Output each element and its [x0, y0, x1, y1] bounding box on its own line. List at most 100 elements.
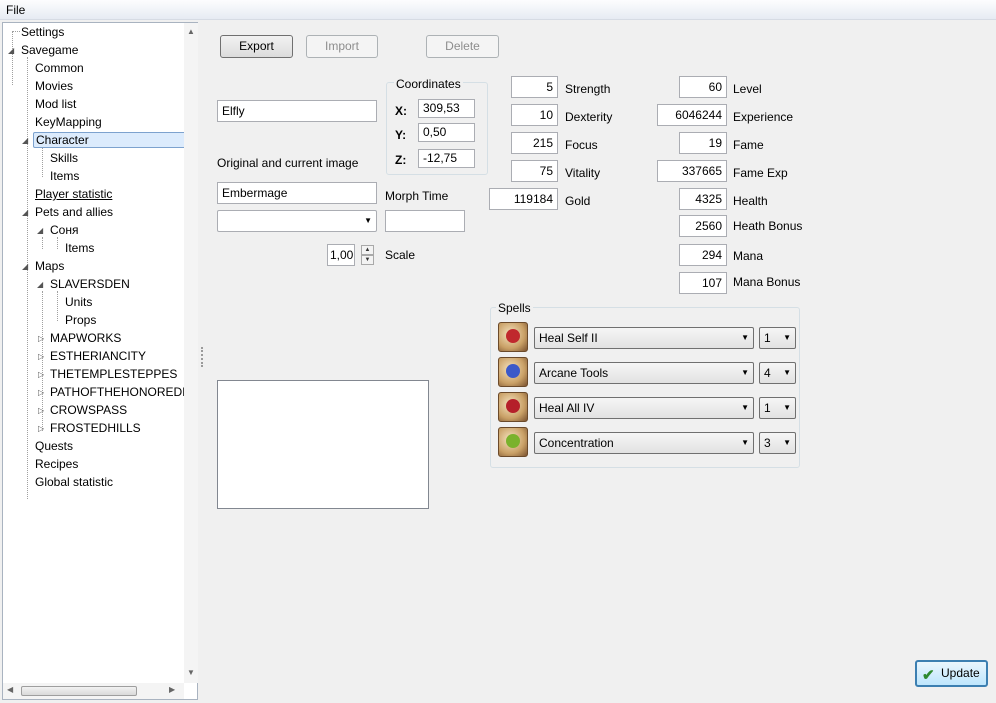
expand-icon[interactable]: ▷: [38, 384, 44, 401]
scroll-down-icon[interactable]: ▼: [187, 668, 195, 677]
mana-bonus-label: Mana Bonus: [733, 275, 801, 289]
tree-item-slaversden[interactable]: ◢ SLAVERSDEN: [37, 276, 132, 293]
level-field[interactable]: 60: [679, 76, 727, 98]
tree-item-items[interactable]: Items: [48, 168, 81, 185]
collapse-icon[interactable]: ◢: [22, 204, 28, 221]
tree-item-frostedhills[interactable]: ▷ FROSTEDHILLS: [37, 420, 143, 437]
menu-bar: File: [0, 0, 996, 20]
dexterity-label: Dexterity: [565, 110, 613, 124]
strength-label: Strength: [565, 82, 611, 96]
gold-field[interactable]: 119184: [489, 188, 558, 210]
level-label: Level: [733, 82, 762, 96]
tree-item-pathofthehonored[interactable]: ▷ PATHOFTHEHONOREDD: [37, 384, 193, 401]
collapse-icon[interactable]: ◢: [8, 42, 14, 59]
update-button[interactable]: ✔ Update: [915, 660, 988, 687]
spell-level: 1: [764, 331, 771, 345]
mana-field[interactable]: 294: [679, 244, 727, 266]
spell-dropdown[interactable]: Concentration ▼: [534, 432, 754, 454]
experience-label: Experience: [733, 110, 794, 124]
tree-item-movies[interactable]: Movies: [33, 78, 75, 95]
experience-field[interactable]: 6046244: [657, 104, 727, 126]
tree-item-settings[interactable]: Settings: [7, 24, 66, 41]
tree-item-mapworks[interactable]: ▷ MAPWORKS: [37, 330, 123, 347]
tree-vertical-scrollbar[interactable]: ▲ ▼: [184, 23, 198, 683]
tree-panel[interactable]: Settings ◢ Savegame Common Movies Mod li…: [2, 22, 198, 700]
spell-level: 3: [764, 436, 771, 450]
expand-icon[interactable]: ▷: [38, 420, 44, 437]
expand-icon[interactable]: ▷: [38, 366, 44, 383]
menu-file[interactable]: File: [6, 3, 25, 17]
scroll-right-icon[interactable]: ▶: [169, 685, 175, 694]
dexterity-field[interactable]: 10: [511, 104, 558, 126]
tree-item-units[interactable]: Units: [63, 294, 94, 311]
mana-bonus-field[interactable]: 107: [679, 272, 727, 294]
vitality-field[interactable]: 75: [511, 160, 558, 182]
x-label: X:: [395, 104, 407, 118]
scroll-up-icon[interactable]: ▲: [187, 27, 195, 36]
health-field[interactable]: 4325: [679, 188, 727, 210]
export-button[interactable]: Export: [220, 35, 293, 58]
expand-icon[interactable]: ▷: [38, 330, 44, 347]
health-bonus-field[interactable]: 2560: [679, 215, 727, 237]
spell-dropdown[interactable]: Arcane Tools ▼: [534, 362, 754, 384]
expand-icon[interactable]: ▷: [38, 348, 44, 365]
image-dropdown[interactable]: ▼: [217, 210, 377, 232]
chevron-down-icon: ▼: [783, 333, 791, 342]
tree-item-maps[interactable]: ◢ Maps: [22, 258, 66, 275]
spell-level-dropdown[interactable]: 1 ▼: [759, 397, 796, 419]
fame-exp-field[interactable]: 337665: [657, 160, 727, 182]
vitality-label: Vitality: [565, 166, 601, 180]
scale-spinner[interactable]: ▲ ▼: [361, 245, 374, 265]
panel-splitter[interactable]: [198, 22, 208, 702]
chevron-down-icon: ▼: [741, 368, 749, 377]
z-field[interactable]: -12,75: [418, 149, 475, 168]
x-field[interactable]: 309,53: [418, 99, 475, 118]
spin-up-icon[interactable]: ▲: [361, 245, 374, 255]
tree-item-thetempleteppes[interactable]: ▷ THETEMPLESTEPPES: [37, 366, 179, 383]
chevron-down-icon: ▼: [741, 403, 749, 412]
focus-field[interactable]: 215: [511, 132, 558, 154]
spell-dropdown[interactable]: Heal Self II ▼: [534, 327, 754, 349]
checkmark-icon: ✔: [922, 667, 935, 684]
tree-item-sonya-items[interactable]: Items: [63, 240, 96, 257]
collapse-icon[interactable]: ◢: [37, 222, 43, 239]
scroll-thumb[interactable]: [21, 686, 137, 696]
spell-level-dropdown[interactable]: 3 ▼: [759, 432, 796, 454]
tree-item-pets[interactable]: ◢ Pets and allies: [22, 204, 115, 221]
tree-item-skills[interactable]: Skills: [48, 150, 80, 167]
collapse-icon[interactable]: ◢: [22, 132, 28, 149]
tree-item-sonya[interactable]: ◢ Соня: [37, 222, 80, 239]
tree-item-savegame[interactable]: ◢ Savegame: [7, 42, 80, 59]
tree-item-modlist[interactable]: Mod list: [33, 96, 78, 113]
delete-button[interactable]: Delete: [426, 35, 499, 58]
import-button[interactable]: Import: [306, 35, 378, 58]
tree-item-keymapping[interactable]: KeyMapping: [33, 114, 104, 131]
tree-item-recipes[interactable]: Recipes: [33, 456, 80, 473]
chevron-down-icon: ▼: [364, 216, 372, 225]
scroll-left-icon[interactable]: ◀: [7, 685, 13, 694]
tree-item-character[interactable]: ◢ Character: [22, 132, 190, 149]
tree-item-props[interactable]: Props: [63, 312, 98, 329]
image-field[interactable]: Embermage: [217, 182, 377, 204]
character-name-field[interactable]: Elfly: [217, 100, 377, 122]
expand-icon[interactable]: ▷: [38, 402, 44, 419]
tree-item-player-statistic[interactable]: Player statistic: [33, 186, 114, 203]
spell-dropdown[interactable]: Heal All IV ▼: [534, 397, 754, 419]
morph-time-field[interactable]: [385, 210, 465, 232]
spin-down-icon[interactable]: ▼: [361, 255, 374, 265]
tree-item-quests[interactable]: Quests: [33, 438, 75, 455]
scale-field[interactable]: 1,00: [327, 244, 355, 266]
spell-icon: [498, 392, 528, 422]
spell-level-dropdown[interactable]: 1 ▼: [759, 327, 796, 349]
y-field[interactable]: 0,50: [418, 123, 475, 142]
tree-item-global-statistic[interactable]: Global statistic: [33, 474, 115, 491]
tree-horizontal-scrollbar[interactable]: ◀ ▶: [3, 683, 184, 699]
strength-field[interactable]: 5: [511, 76, 558, 98]
fame-field[interactable]: 19: [679, 132, 727, 154]
collapse-icon[interactable]: ◢: [22, 258, 28, 275]
spell-level-dropdown[interactable]: 4 ▼: [759, 362, 796, 384]
tree-item-common[interactable]: Common: [33, 60, 86, 77]
tree-item-estheriancity[interactable]: ▷ ESTHERIANCITY: [37, 348, 148, 365]
tree-item-crowspass[interactable]: ▷ CROWSPASS: [37, 402, 129, 419]
collapse-icon[interactable]: ◢: [37, 276, 43, 293]
